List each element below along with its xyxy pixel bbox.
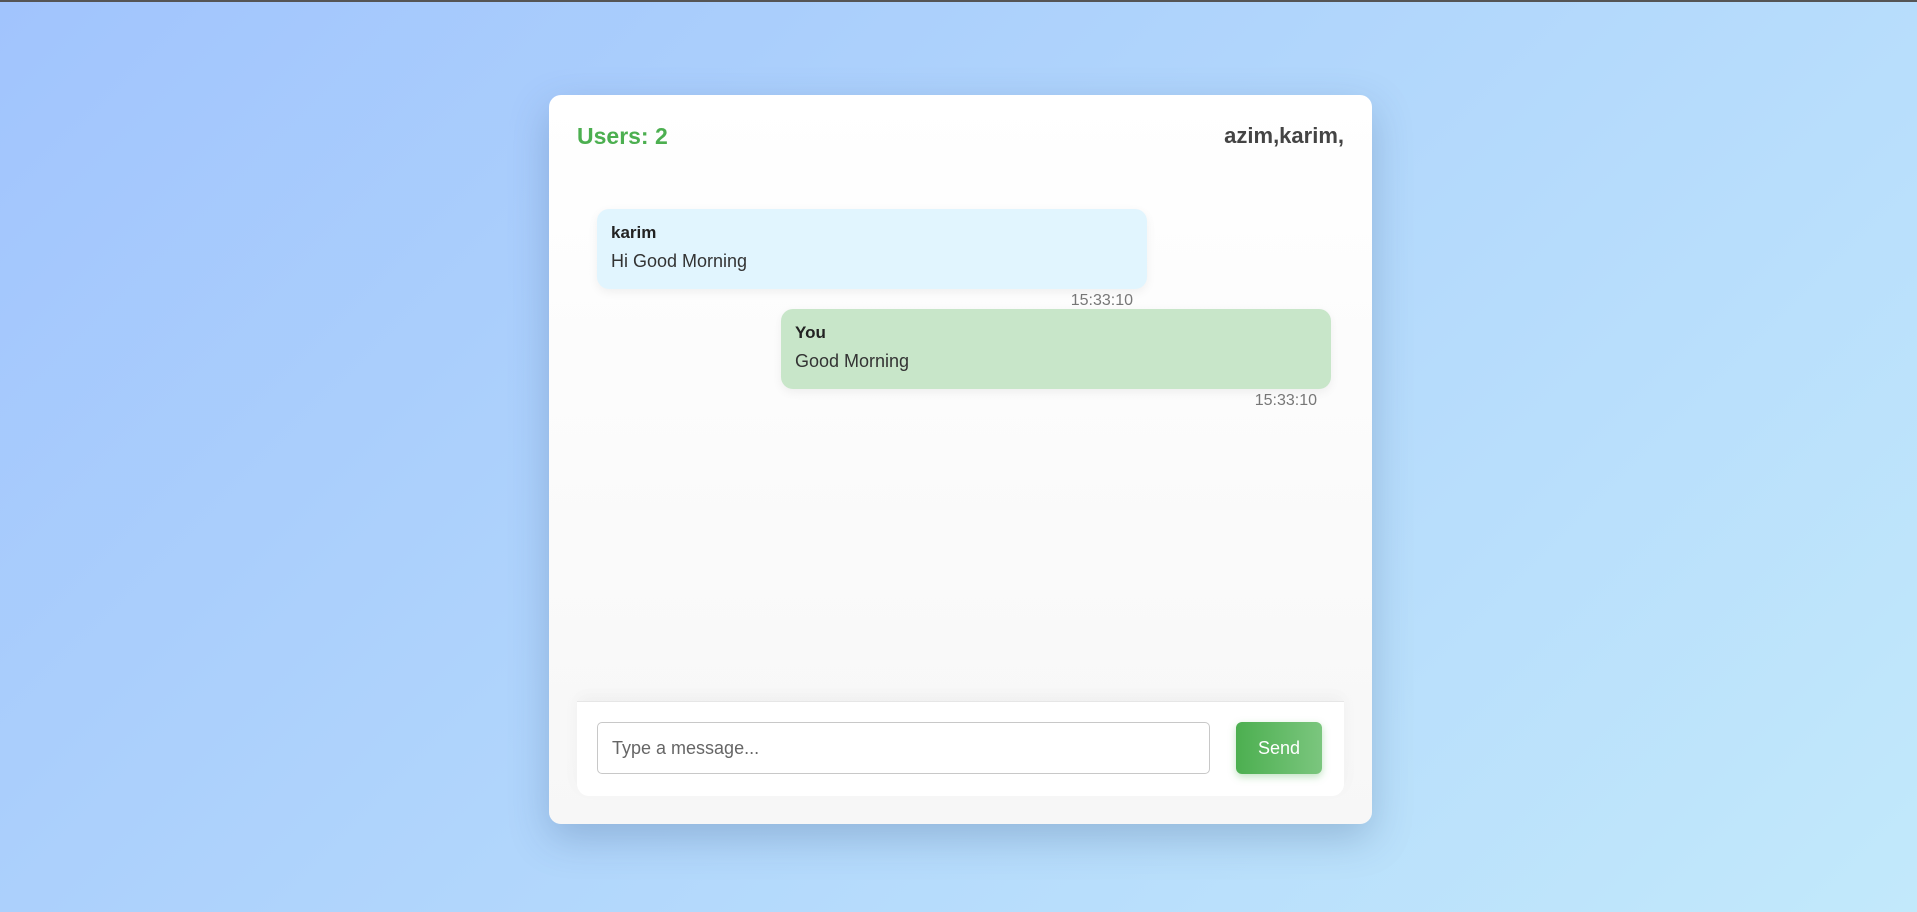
online-user-list: azim,karim, bbox=[1224, 123, 1344, 148]
message-input[interactable] bbox=[597, 722, 1210, 774]
message-text: Hi Good Morning bbox=[611, 251, 748, 271]
message-sender: You bbox=[795, 323, 826, 342]
message-text: Good Morning bbox=[795, 351, 910, 371]
message-bubble-outgoing: You Good Morning 15:33:10 bbox=[781, 309, 1331, 409]
message-list[interactable]: karim Hi Good Morning 15:33:10 You Good … bbox=[577, 209, 1344, 694]
chat-container: Users: 2 azim,karim, karim Hi Good Morni… bbox=[549, 95, 1372, 824]
send-button[interactable]: Send bbox=[1236, 722, 1322, 774]
message-composer: Send bbox=[577, 701, 1344, 796]
message-sender: karim bbox=[611, 223, 657, 242]
message-bubble-incoming: karim Hi Good Morning 15:33:10 bbox=[597, 209, 1147, 309]
message-timestamp: 15:33:10 bbox=[1254, 392, 1317, 409]
chat-header: Users: 2 azim,karim, bbox=[577, 123, 1344, 153]
user-count: Users: 2 bbox=[577, 123, 668, 149]
message-timestamp: 15:33:10 bbox=[1070, 292, 1133, 309]
